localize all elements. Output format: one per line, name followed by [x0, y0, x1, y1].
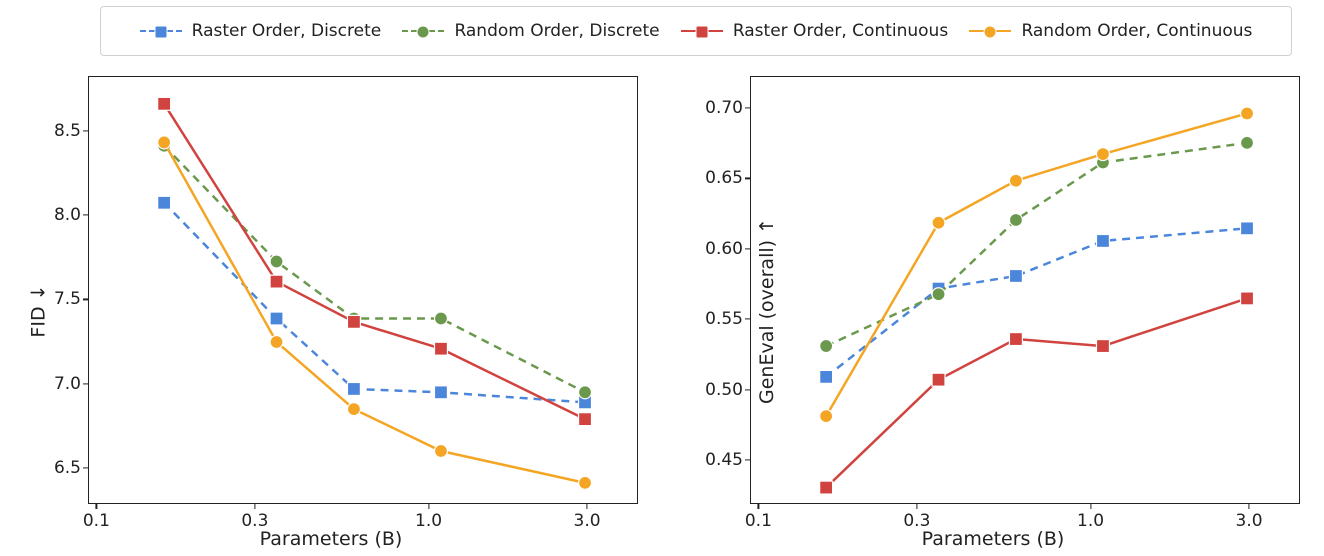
series-line	[826, 228, 1247, 377]
square-marker-icon	[820, 370, 833, 383]
series-line	[164, 142, 585, 482]
y-tick-label: 7.0	[21, 374, 89, 394]
series-line	[826, 298, 1247, 487]
square-marker-icon	[1009, 270, 1022, 283]
square-marker-icon	[434, 386, 447, 399]
square-marker-icon	[270, 312, 283, 325]
square-marker-icon	[1241, 292, 1254, 305]
circle-marker-icon	[347, 403, 360, 416]
square-marker-icon	[1009, 333, 1022, 346]
circle-marker-icon	[1096, 148, 1109, 161]
circle-marker-icon	[270, 255, 283, 268]
circle-marker-icon	[1009, 213, 1022, 226]
circle-marker-icon	[434, 445, 447, 458]
circle-marker-icon	[417, 26, 430, 39]
square-marker-icon	[695, 26, 708, 39]
legend: Raster Order, Discrete Random Order, Dis…	[100, 6, 1292, 56]
square-marker-icon	[1096, 340, 1109, 353]
y-tick-label: 8.0	[21, 205, 89, 225]
figure-container: Raster Order, Discrete Random Order, Dis…	[0, 0, 1324, 556]
circle-marker-icon	[820, 410, 833, 423]
plot-fid: FID ↓ Parameters (B) 6.57.07.58.08.50.10…	[0, 66, 662, 556]
square-marker-icon	[579, 413, 592, 426]
y-tick-label: 0.65	[683, 168, 751, 188]
chart-svg-left	[89, 77, 637, 503]
square-marker-icon	[158, 97, 171, 110]
y-tick-label: 0.50	[683, 380, 751, 400]
circle-marker-icon	[1241, 136, 1254, 149]
square-marker-icon	[1241, 222, 1254, 235]
circle-marker-icon	[270, 336, 283, 349]
series-line	[826, 113, 1247, 416]
circle-marker-icon	[579, 386, 592, 399]
circle-marker-icon	[932, 288, 945, 301]
square-marker-icon	[270, 275, 283, 288]
y-tick-label: 6.5	[21, 458, 89, 478]
square-marker-icon	[932, 373, 945, 386]
legend-item-random-discrete: Random Order, Discrete	[402, 21, 659, 41]
circle-marker-icon	[1241, 107, 1254, 120]
circle-marker-icon	[984, 26, 997, 39]
axes-left: 6.57.07.58.08.50.10.31.03.0	[88, 76, 638, 504]
legend-swatch-random-continuous	[969, 30, 1011, 32]
circle-marker-icon	[158, 136, 171, 149]
legend-label: Random Order, Continuous	[1021, 21, 1252, 41]
legend-swatch-raster-continuous	[681, 30, 723, 32]
y-tick-label: 0.55	[683, 309, 751, 329]
legend-item-random-continuous: Random Order, Continuous	[969, 21, 1252, 41]
chart-svg-right	[751, 77, 1299, 503]
series-line	[164, 203, 585, 403]
axes-right: 0.450.500.550.600.650.700.10.31.03.0	[750, 76, 1300, 504]
square-marker-icon	[1096, 234, 1109, 247]
x-axis-label: Parameters (B)	[922, 528, 1065, 550]
series-line	[164, 104, 585, 419]
square-marker-icon	[434, 342, 447, 355]
y-tick-label: 7.5	[21, 289, 89, 309]
y-tick-label: 0.60	[683, 239, 751, 259]
square-marker-icon	[158, 196, 171, 209]
legend-label: Random Order, Discrete	[454, 21, 659, 41]
circle-marker-icon	[820, 340, 833, 353]
square-marker-icon	[347, 382, 360, 395]
plot-geneval: GenEval (overall) ↑ Parameters (B) 0.450…	[662, 66, 1324, 556]
legend-swatch-raster-discrete	[140, 30, 182, 32]
x-axis-label: Parameters (B)	[260, 528, 403, 550]
legend-swatch-random-discrete	[402, 30, 444, 32]
y-tick-label: 0.45	[683, 450, 751, 470]
circle-marker-icon	[579, 476, 592, 489]
legend-item-raster-continuous: Raster Order, Continuous	[681, 21, 948, 41]
plot-row: FID ↓ Parameters (B) 6.57.07.58.08.50.10…	[0, 66, 1324, 556]
circle-marker-icon	[1009, 174, 1022, 187]
circle-marker-icon	[932, 216, 945, 229]
legend-label: Raster Order, Continuous	[733, 21, 948, 41]
circle-marker-icon	[434, 312, 447, 325]
square-marker-icon	[154, 26, 167, 39]
legend-item-raster-discrete: Raster Order, Discrete	[140, 21, 382, 41]
square-marker-icon	[820, 481, 833, 494]
y-tick-label: 0.70	[683, 98, 751, 118]
square-marker-icon	[347, 315, 360, 328]
y-tick-label: 8.5	[21, 121, 89, 141]
legend-label: Raster Order, Discrete	[192, 21, 382, 41]
